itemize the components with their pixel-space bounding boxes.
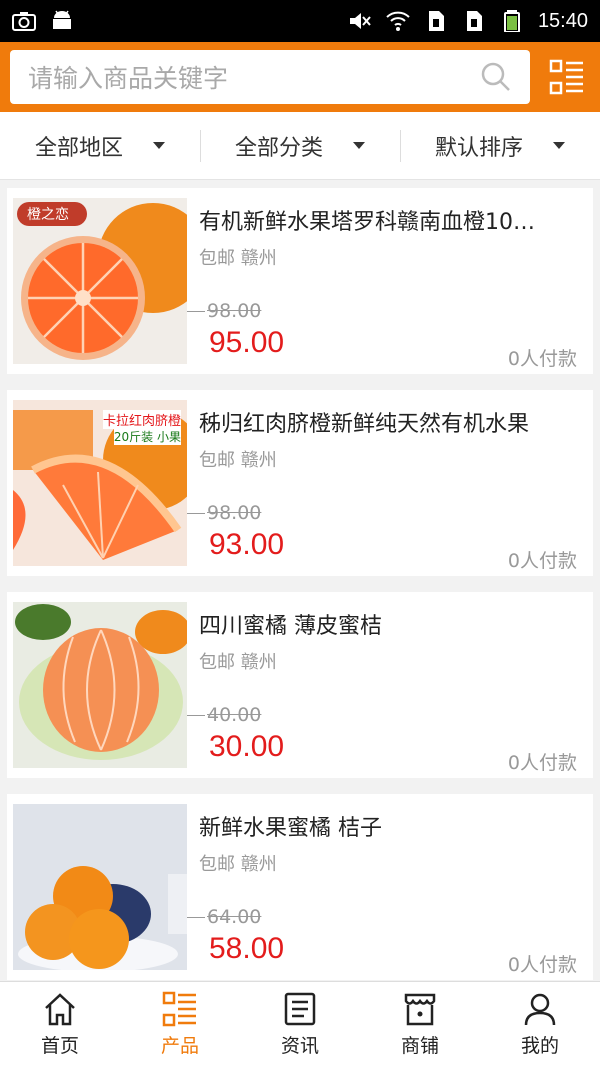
product-card[interactable]: 橙之恋 有机新鲜水果塔罗科赣南血橙10… 包邮 赣州 98.00 95.00 0… bbox=[7, 188, 593, 374]
status-time: 15:40 bbox=[537, 9, 588, 32]
product-title: 四川蜜橘 薄皮蜜桔 bbox=[199, 614, 382, 639]
filter-category-label: 全部分类 bbox=[234, 135, 323, 161]
product-image-brand-text: 橙之恋 bbox=[27, 207, 69, 223]
product-paid-count: 0人付款 bbox=[507, 954, 577, 976]
wifi-icon bbox=[386, 11, 410, 31]
caret-down-icon bbox=[153, 142, 165, 149]
product-paid-count: 0人付款 bbox=[507, 348, 577, 370]
filter-region[interactable]: 全部地区 bbox=[0, 112, 200, 179]
product-image-text-2: 20斤装 小果 bbox=[113, 428, 181, 445]
product-title: 秭归红肉脐橙新鲜纯天然有机水果 bbox=[199, 412, 530, 437]
nav-news-label: 资讯 bbox=[280, 1035, 319, 1057]
product-tags: 包邮 赣州 bbox=[199, 854, 277, 875]
product-image bbox=[13, 602, 187, 768]
product-info: 新鲜水果蜜橘 桔子 包邮 赣州 64.00 58.00 0人付款 bbox=[187, 804, 587, 976]
status-bar: 15:40 bbox=[0, 0, 600, 42]
product-info: 有机新鲜水果塔罗科赣南血橙10… 包邮 赣州 98.00 95.00 0人付款 bbox=[187, 198, 587, 370]
nav-store-label: 商铺 bbox=[400, 1035, 439, 1057]
search-input[interactable]: 请输入商品关键字 bbox=[10, 50, 530, 104]
camera-icon bbox=[12, 12, 36, 31]
header: 请输入商品关键字 bbox=[0, 42, 600, 112]
product-card[interactable]: 新鲜水果蜜橘 桔子 包邮 赣州 64.00 58.00 0人付款 bbox=[7, 794, 593, 980]
nav-store[interactable]: 商铺 bbox=[360, 982, 480, 1067]
caret-down-icon bbox=[353, 142, 365, 149]
product-old-price: 40.00 bbox=[187, 704, 261, 726]
list-grid-icon bbox=[549, 59, 583, 95]
user-icon bbox=[524, 993, 556, 1026]
nav-news[interactable]: 资讯 bbox=[240, 982, 360, 1067]
product-card[interactable]: 卡拉红肉脐橙 20斤装 小果 秭归红肉脐橙新鲜纯天然有机水果 包邮 赣州 98.… bbox=[7, 390, 593, 576]
filter-sort[interactable]: 默认排序 bbox=[400, 112, 600, 179]
sim2-icon bbox=[466, 11, 482, 31]
product-image: 卡拉红肉脐橙 20斤装 小果 bbox=[13, 400, 187, 566]
caret-down-icon bbox=[553, 142, 565, 149]
mute-icon bbox=[349, 13, 371, 29]
sim1-icon bbox=[428, 11, 444, 31]
filter-sort-label: 默认排序 bbox=[434, 135, 523, 161]
product-price: 30.00 bbox=[209, 730, 285, 763]
product-card[interactable]: 四川蜜橘 薄皮蜜桔 包邮 赣州 40.00 30.00 0人付款 bbox=[7, 592, 593, 778]
product-title: 新鲜水果蜜橘 桔子 bbox=[199, 816, 382, 841]
product-list-icon bbox=[162, 991, 196, 1027]
filter-bar: 全部地区 全部分类 默认排序 bbox=[0, 112, 600, 180]
filter-category[interactable]: 全部分类 bbox=[200, 112, 400, 179]
product-tags: 包邮 赣州 bbox=[199, 450, 277, 471]
nav-products-label: 产品 bbox=[160, 1035, 199, 1057]
product-list: 橙之恋 有机新鲜水果塔罗科赣南血橙10… 包邮 赣州 98.00 95.00 0… bbox=[0, 180, 600, 980]
product-image bbox=[13, 804, 187, 970]
product-price: 58.00 bbox=[209, 932, 285, 965]
nav-me-label: 我的 bbox=[520, 1035, 559, 1057]
nav-home-label: 首页 bbox=[40, 1035, 79, 1057]
filter-region-label: 全部地区 bbox=[34, 135, 123, 161]
product-paid-count: 0人付款 bbox=[507, 550, 577, 572]
product-old-price: 64.00 bbox=[187, 906, 261, 928]
news-icon bbox=[284, 992, 316, 1026]
home-icon bbox=[45, 993, 75, 1026]
product-paid-count: 0人付款 bbox=[507, 752, 577, 774]
product-price: 93.00 bbox=[209, 528, 285, 561]
nav-home[interactable]: 首页 bbox=[0, 982, 120, 1067]
battery-icon bbox=[503, 10, 520, 32]
product-tags: 包邮 赣州 bbox=[199, 652, 277, 673]
search-icon[interactable] bbox=[480, 61, 512, 93]
android-icon bbox=[53, 10, 71, 29]
search-placeholder: 请输入商品关键字 bbox=[28, 64, 229, 93]
product-image-text-1: 卡拉红肉脐橙 bbox=[102, 410, 181, 429]
bottom-nav: 首页 产品 资讯 商铺 我的 bbox=[0, 981, 600, 1067]
product-old-price: 98.00 bbox=[187, 300, 261, 322]
product-price: 95.00 bbox=[209, 326, 285, 359]
product-title: 有机新鲜水果塔罗科赣南血橙10… bbox=[199, 210, 535, 235]
store-icon bbox=[404, 993, 436, 1026]
product-info: 秭归红肉脐橙新鲜纯天然有机水果 包邮 赣州 98.00 93.00 0人付款 bbox=[187, 400, 587, 572]
product-image: 橙之恋 bbox=[13, 198, 187, 364]
nav-products[interactable]: 产品 bbox=[120, 982, 240, 1067]
list-grid-button[interactable] bbox=[544, 52, 590, 102]
product-old-price: 98.00 bbox=[187, 502, 261, 524]
product-tags: 包邮 赣州 bbox=[199, 248, 277, 269]
product-info: 四川蜜橘 薄皮蜜桔 包邮 赣州 40.00 30.00 0人付款 bbox=[187, 602, 587, 774]
nav-me[interactable]: 我的 bbox=[480, 982, 600, 1067]
